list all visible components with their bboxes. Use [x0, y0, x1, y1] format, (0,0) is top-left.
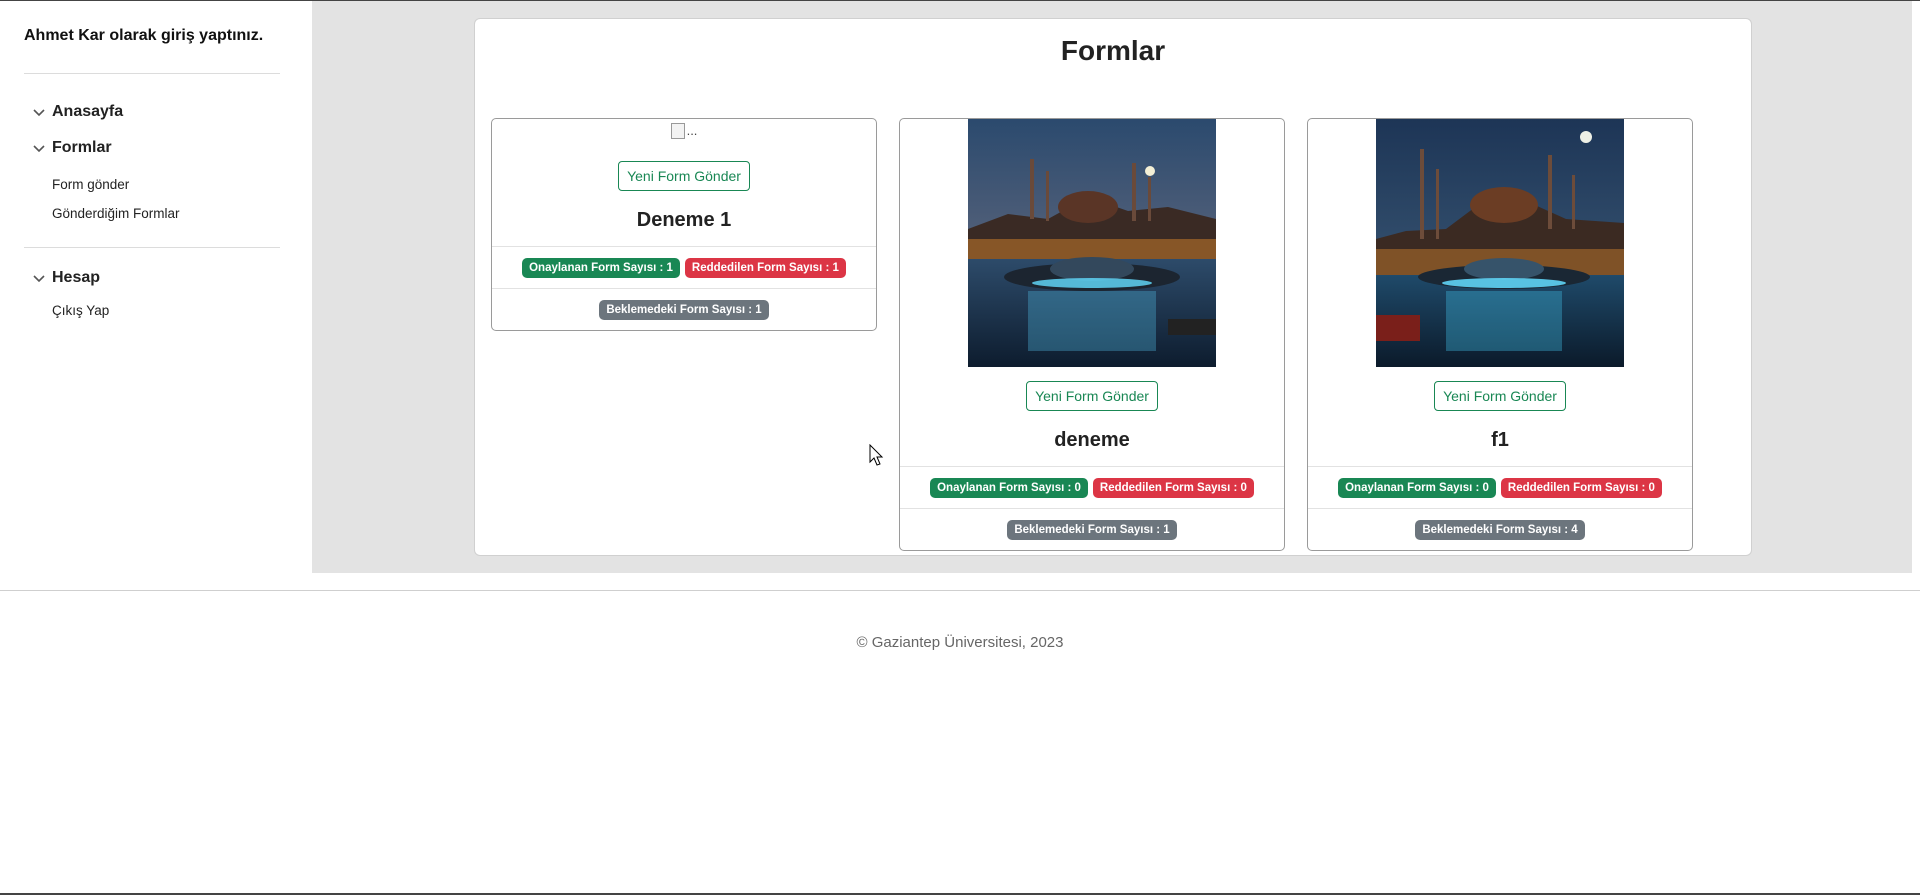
rejected-count-badge: Reddedilen Form Sayısı : 0: [1092, 477, 1254, 498]
footer-copyright: © Gaziantep Üniversitesi, 2023: [856, 634, 1064, 651]
card-image-broken: ...: [492, 119, 876, 151]
pending-count-badge: Beklemedeki Form Sayısı : 4: [1415, 519, 1585, 540]
welcome-text: Ahmet Kar olarak giriş yaptınız.: [24, 27, 264, 44]
image-alt-text: ...: [686, 123, 698, 138]
broken-image-icon: [670, 123, 685, 139]
card-status-row: Onaylanan Form Sayısı : 0 Reddedilen For…: [900, 466, 1284, 508]
chevron-down-icon: [33, 145, 45, 153]
sidebar-group-label: Anasayfa: [52, 103, 124, 120]
sidebar-group-label: Formlar: [52, 139, 112, 156]
sidebar-link-cikis-yap[interactable]: Çıkış Yap: [52, 303, 109, 318]
pending-count-badge: Beklemedeki Form Sayısı : 1: [1007, 519, 1177, 540]
page-title: Formlar: [1060, 35, 1166, 66]
card-pending-row: Beklemedeki Form Sayısı : 1: [492, 288, 876, 330]
sidebar-link-form-gonder[interactable]: Form gönder: [52, 177, 129, 192]
card-title: f1: [1491, 429, 1509, 451]
sidebar-divider: [24, 247, 280, 248]
sidebar-group-label: Hesap: [52, 269, 101, 286]
form-card: Yeni Form Gönder deneme Onaylanan Form S…: [899, 118, 1285, 551]
chevron-down-icon: [33, 109, 45, 117]
istanbul-ufo-image: [968, 119, 1216, 367]
rejected-count-badge: Reddedilen Form Sayısı : 0: [1500, 477, 1662, 498]
sidebar-group-formlar[interactable]: Formlar: [32, 139, 112, 157]
approved-count-badge: Onaylanan Form Sayısı : 0: [1338, 477, 1496, 498]
card-pending-row: Beklemedeki Form Sayısı : 1: [900, 508, 1284, 550]
istanbul-ufo-image: [1376, 119, 1624, 367]
card-title: Deneme 1: [636, 209, 732, 231]
form-card: ... Yeni Form Gönder Deneme 1 Onaylanan …: [491, 118, 877, 331]
approved-count-badge: Onaylanan Form Sayısı : 0: [930, 477, 1088, 498]
mouse-cursor-icon: [869, 444, 884, 466]
new-form-button[interactable]: Yeni Form Gönder: [618, 161, 750, 191]
sidebar-link-gonderdigim-formlar[interactable]: Gönderdiğim Formlar: [52, 206, 180, 221]
forms-panel: Formlar ... Yeni Form Gönder Deneme 1 On…: [474, 18, 1752, 556]
chevron-down-icon: [33, 275, 45, 283]
sidebar: Ahmet Kar olarak giriş yaptınız. Anasayf…: [0, 1, 312, 573]
pending-count-badge: Beklemedeki Form Sayısı : 1: [599, 299, 769, 320]
card-status-row: Onaylanan Form Sayısı : 1 Reddedilen For…: [492, 246, 876, 288]
approved-count-badge: Onaylanan Form Sayısı : 1: [522, 257, 680, 278]
footer-divider: [0, 590, 1920, 591]
card-status-row: Onaylanan Form Sayısı : 0 Reddedilen For…: [1308, 466, 1692, 508]
new-form-button[interactable]: Yeni Form Gönder: [1026, 381, 1158, 411]
rejected-count-badge: Reddedilen Form Sayısı : 1: [684, 257, 846, 278]
sidebar-group-anasayfa[interactable]: Anasayfa: [32, 103, 123, 121]
sidebar-group-hesap[interactable]: Hesap: [32, 269, 100, 287]
card-title: deneme: [1054, 429, 1130, 451]
card-pending-row: Beklemedeki Form Sayısı : 4: [1308, 508, 1692, 550]
sidebar-divider: [24, 73, 280, 74]
form-card: Yeni Form Gönder f1 Onaylanan Form Sayıs…: [1307, 118, 1693, 551]
new-form-button[interactable]: Yeni Form Gönder: [1434, 381, 1566, 411]
